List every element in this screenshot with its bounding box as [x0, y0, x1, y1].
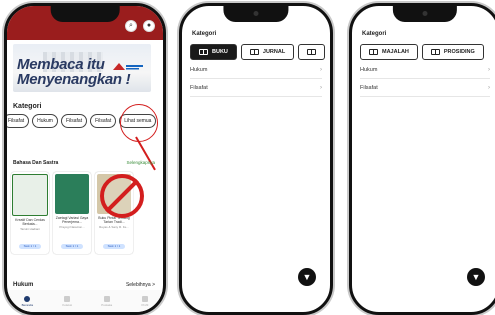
phone-kategori-buku: Kategori BUKU JURNAL Hukum › Filsafat › ▼ [179, 3, 333, 315]
book-author: Prayogi Nasution... [59, 225, 85, 229]
book-title: Zaetagi Variasi Gaya Penerjema... [55, 216, 89, 224]
phone-notch [50, 6, 120, 22]
nav-profil[interactable]: Profil [141, 295, 149, 307]
chip-filsafat[interactable]: Filsafat [90, 114, 117, 128]
filter-icon[interactable]: ▼ [298, 268, 316, 286]
list-item-label: Filsafat [190, 85, 208, 91]
see-more-hukum-link[interactable]: Selebihnya > [126, 282, 155, 288]
book-stock-badge: Stok 1 / 1 [61, 244, 83, 249]
tab-buku[interactable]: BUKU [190, 44, 237, 60]
book-stock-badge: Stok 1 / 1 [103, 244, 125, 249]
chevron-right-icon: › [488, 85, 490, 91]
category-tabs: MAJALAH PROSIDING [360, 44, 484, 60]
book-card[interactable]: Zaetagi Variasi Gaya Penerjema... Prayog… [53, 172, 91, 254]
phone-home-screen: ⌕ ● Membaca itu Menyenangkan ! Kategori … [4, 3, 166, 315]
list-item[interactable]: Filsafat › [360, 80, 490, 97]
section-hukum-title: Hukum [13, 282, 34, 288]
category-tabs: BUKU JURNAL [190, 44, 326, 60]
book-icon [430, 49, 440, 55]
book-icon [249, 49, 259, 55]
search-icon[interactable]: ⌕ [125, 20, 137, 32]
tab-label: BUKU [212, 49, 228, 55]
kategori-title: Kategori [13, 103, 42, 110]
chevron-right-icon: › [488, 67, 490, 73]
book-icon [307, 49, 317, 55]
list-item-label: Filsafat [360, 85, 378, 91]
tab-label: PROSIDING [443, 49, 475, 55]
book-icon [199, 49, 208, 55]
list-item[interactable]: Hukum › [360, 62, 490, 79]
kategori-screen: Kategori BUKU JURNAL Hukum › Filsafat › ▼ [182, 6, 330, 312]
nav-label: Beranda [21, 302, 33, 307]
nav-beranda[interactable]: Beranda [21, 295, 33, 307]
header-actions: ⌕ ● [125, 20, 155, 32]
profile-icon [141, 295, 148, 302]
phone-kategori-majalah: Kategori MAJALAH PROSIDING Hukum › Filsaf… [349, 3, 495, 315]
camera-dot [253, 11, 259, 16]
book-author: Reyas & Sany R. Fe... [99, 225, 129, 229]
book-cover [12, 174, 48, 216]
camera-dot [422, 11, 428, 16]
book-card[interactable]: Kreatif Dan Cerdas Berkata... Tarsini Ha… [11, 172, 49, 254]
tab-partial[interactable] [298, 44, 326, 60]
highlight-circle [120, 104, 158, 142]
chip-hukum[interactable]: Hukum [32, 114, 58, 128]
home-icon [24, 295, 31, 302]
home-screen: ⌕ ● Membaca itu Menyenangkan ! Kategori … [7, 6, 163, 312]
tab-jurnal[interactable]: JURNAL [240, 44, 295, 60]
chevron-right-icon: › [320, 85, 322, 91]
list-item-label: Hukum [190, 67, 208, 73]
library-logo-icon [113, 63, 143, 70]
chip-filsafat[interactable]: Filsafat [60, 114, 88, 128]
nav-label: Profil [141, 302, 149, 307]
book-title: Kreatif Dan Cerdas Berkata... [15, 218, 45, 226]
tab-label: MAJALAH [382, 49, 409, 55]
list-item[interactable]: Hukum › [190, 62, 322, 79]
collection-icon [64, 295, 71, 302]
nav-koleksi[interactable]: Koleksi [62, 295, 72, 307]
kategori-screen: Kategori MAJALAH PROSIDING Hukum › Filsaf… [352, 6, 495, 312]
library-icon [103, 295, 110, 302]
promo-banner[interactable]: Membaca itu Menyenangkan ! [13, 44, 151, 92]
tab-majalah[interactable]: MAJALAH [360, 44, 418, 60]
section-bahasa-title: Bahasa Dan Sastra [13, 160, 59, 166]
book-stock-badge: Stok 1 / 1 [19, 244, 41, 249]
chip-filsafat[interactable]: Filsafat [7, 114, 30, 128]
book-icon [369, 49, 378, 55]
tab-prosiding[interactable]: PROSIDING [421, 44, 484, 60]
see-more-link[interactable]: Selengkapnya [126, 160, 155, 165]
tab-label: JURNAL [262, 49, 286, 55]
kategori-title: Kategori [192, 31, 217, 37]
book-cover [55, 174, 89, 214]
nav-label: Koleksi [62, 302, 72, 307]
kategori-title: Kategori [362, 31, 387, 37]
no-entry-sign-icon [100, 174, 144, 218]
notification-icon[interactable]: ● [143, 20, 155, 32]
book-author: Tarsini Hadiani [20, 227, 40, 231]
bottom-nav: Beranda Koleksi Pustaka Profil [7, 290, 163, 312]
list-item-label: Hukum [360, 67, 378, 73]
highlight-pointer-line [135, 136, 156, 171]
filter-icon[interactable]: ▼ [467, 268, 485, 286]
nav-label: Pustaka [101, 302, 113, 307]
nav-pustaka[interactable]: Pustaka [101, 295, 113, 307]
chevron-right-icon: › [320, 67, 322, 73]
list-item[interactable]: Filsafat › [190, 80, 322, 97]
